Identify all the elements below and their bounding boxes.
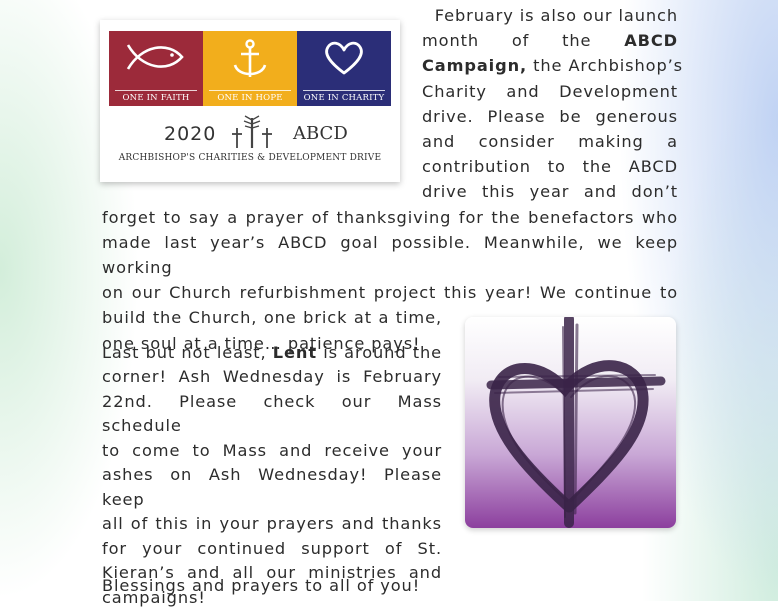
closing-line: Blessings and prayers to all of you! (102, 573, 678, 598)
text-line: Blessings and prayers to all of you! (102, 576, 421, 595)
text-fragment: month of the (422, 31, 592, 51)
paragraph-abcd: February is also our launch month of the… (102, 3, 682, 356)
text-line: for your continued support of St. (102, 538, 442, 558)
bold-campaign: Campaign, (422, 56, 528, 76)
text-line: corner! Ash Wednesday is February (102, 367, 442, 387)
text-line: ashes on Ash Wednesday! Please keep (102, 465, 442, 509)
text-line: on our Church refurbishment project this… (102, 283, 678, 303)
text-line: all of this in your prayers and thanks (102, 514, 442, 534)
paragraph-lent: Last but not least, Lent is around the c… (102, 340, 442, 610)
text-line: drive. Please be generous (422, 106, 678, 126)
text-line: forget to say a prayer of thanksgiving f… (102, 207, 678, 227)
text-line: Last but not least, Lent is around the (102, 340, 442, 365)
text-line: February is also our launch (434, 6, 678, 25)
text-line: contribution to the ABCD (422, 157, 678, 177)
lent-heart-cross-image (465, 317, 676, 528)
text-line: made last year’s ABCD goal possible. Mea… (102, 232, 678, 278)
bold-abcd: ABCD (624, 31, 678, 51)
text-fragment: is around the (316, 343, 442, 362)
text-line: and consider making a (422, 132, 678, 152)
bold-lent: Lent (272, 343, 317, 362)
text-line: build the Church, one brick at a time, (102, 308, 442, 328)
heart-cross-icon (486, 317, 666, 528)
text-line: Charity and Development (422, 81, 678, 101)
text-fragment: Last but not least, (102, 343, 273, 362)
text-line: drive this year and don’t (422, 182, 678, 202)
text-fragment: the Archbishop’s (527, 56, 684, 76)
text-line: Campaign, the Archbishop’s (422, 53, 682, 78)
text-line: to come to Mass and receive your (102, 440, 442, 460)
text-line: month of the ABCD (422, 28, 678, 53)
text-line: 22nd. Please check our Mass schedule (102, 391, 442, 436)
